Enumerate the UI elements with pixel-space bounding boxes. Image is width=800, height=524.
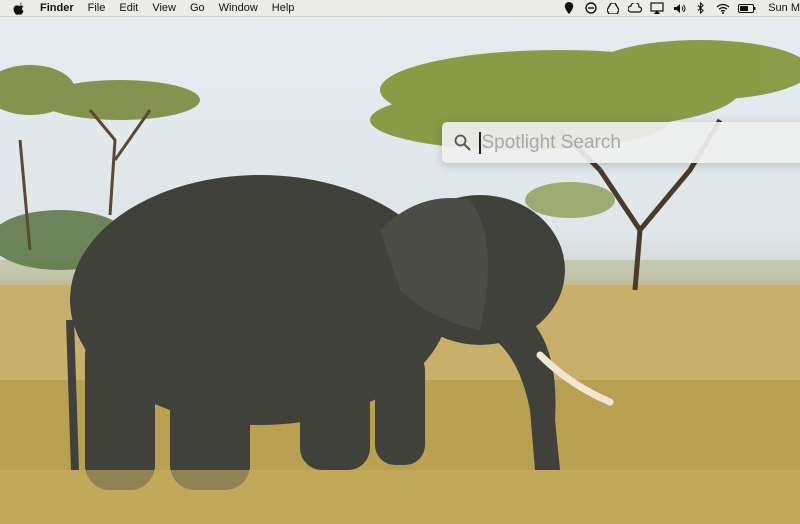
menu-file[interactable]: File (81, 0, 113, 16)
menu-help[interactable]: Help (265, 0, 302, 16)
apple-icon[interactable] (11, 0, 27, 16)
volume-icon[interactable] (671, 1, 687, 15)
spotlight-search-input[interactable] (481, 131, 782, 154)
search-icon (454, 134, 472, 152)
battery-icon[interactable] (737, 1, 757, 15)
menu-bar: Finder File Edit View Go Window Help Sun… (0, 0, 800, 17)
menu-edit[interactable]: Edit (112, 0, 145, 16)
sync-icon[interactable] (583, 1, 599, 15)
desktop-wallpaper (0, 0, 800, 524)
menubar-clock[interactable]: Sun M (768, 0, 800, 16)
location-icon[interactable] (561, 1, 577, 15)
menu-window[interactable]: Window (212, 0, 265, 16)
creative-cloud-icon[interactable] (627, 1, 643, 15)
drive-icon[interactable] (605, 1, 621, 15)
menu-view[interactable]: View (145, 0, 183, 16)
menu-go[interactable]: Go (183, 0, 212, 16)
elephant-wallpaper (0, 40, 800, 524)
airplay-icon[interactable] (649, 1, 665, 15)
text-caret (479, 131, 481, 154)
wifi-icon[interactable] (715, 1, 731, 15)
bluetooth-icon[interactable] (693, 1, 709, 15)
spotlight-search-bar (442, 122, 800, 163)
menu-app-finder[interactable]: Finder (37, 0, 81, 16)
